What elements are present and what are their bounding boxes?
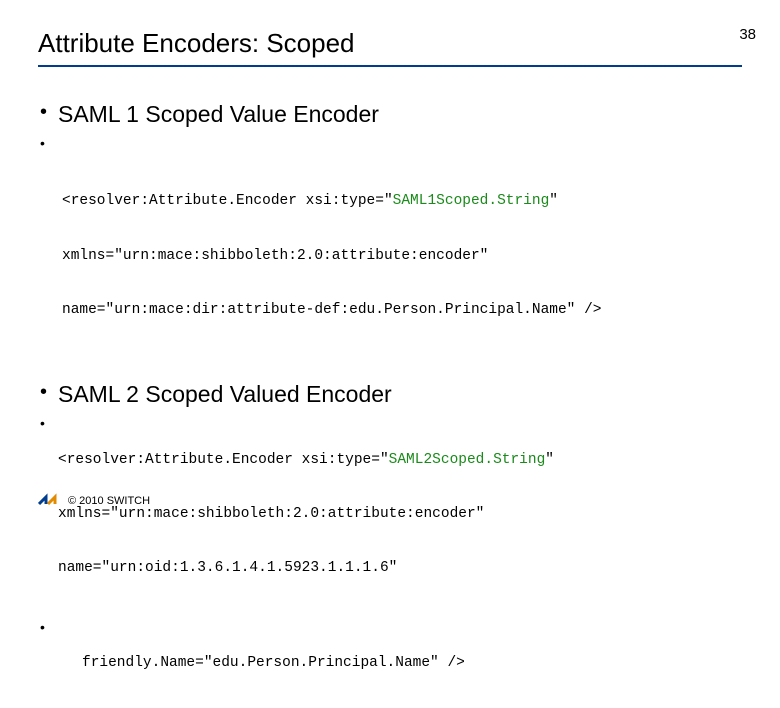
code-type: SAML2Scoped.String [389, 452, 546, 468]
code-block-1: <resolver:Attribute.Encoder xsi:type="SA… [40, 156, 742, 355]
code-text: <resolver:Attribute.Encoder xsi:type=" [58, 452, 389, 468]
code-text: name="urn:oid:1.3.6.1.4.1.5923.1.1.1.6" [58, 559, 554, 577]
code-text: friendly.Name="edu.Person.Principal.Name… [82, 654, 465, 672]
switch-logo-icon [38, 492, 58, 510]
section1-heading: SAML 1 Scoped Value Encoder [58, 101, 379, 128]
bullet-icon: • [40, 381, 50, 403]
code-text: <resolver:Attribute.Encoder xsi:type=" [62, 193, 393, 209]
code-text: " [545, 452, 554, 468]
code-block-2b: friendly.Name="edu.Person.Principal.Name… [58, 618, 465, 708]
bullet-icon: • [40, 414, 50, 432]
bullet-icon: • [40, 134, 50, 152]
slide-title: Attribute Encoders: Scoped [38, 28, 742, 67]
bullet-icon: • [40, 618, 50, 636]
footer: © 2010 SWITCH [38, 492, 150, 510]
page-number: 38 [739, 26, 756, 43]
section2-heading: SAML 2 Scoped Valued Encoder [58, 381, 392, 408]
bullet-icon: • [40, 101, 50, 123]
code-block-2: <resolver:Attribute.Encoder xsi:type="SA… [58, 414, 554, 613]
code-type: SAML1Scoped.String [393, 193, 550, 209]
copyright-text: © 2010 SWITCH [68, 495, 150, 507]
code-text: " [549, 193, 558, 209]
code-text: xmlns="urn:mace:shibboleth:2.0:attribute… [62, 247, 742, 265]
slide-body: • SAML 1 Scoped Value Encoder • <resolve… [38, 101, 742, 708]
code-text: name="urn:mace:dir:attribute-def:edu.Per… [62, 301, 742, 319]
